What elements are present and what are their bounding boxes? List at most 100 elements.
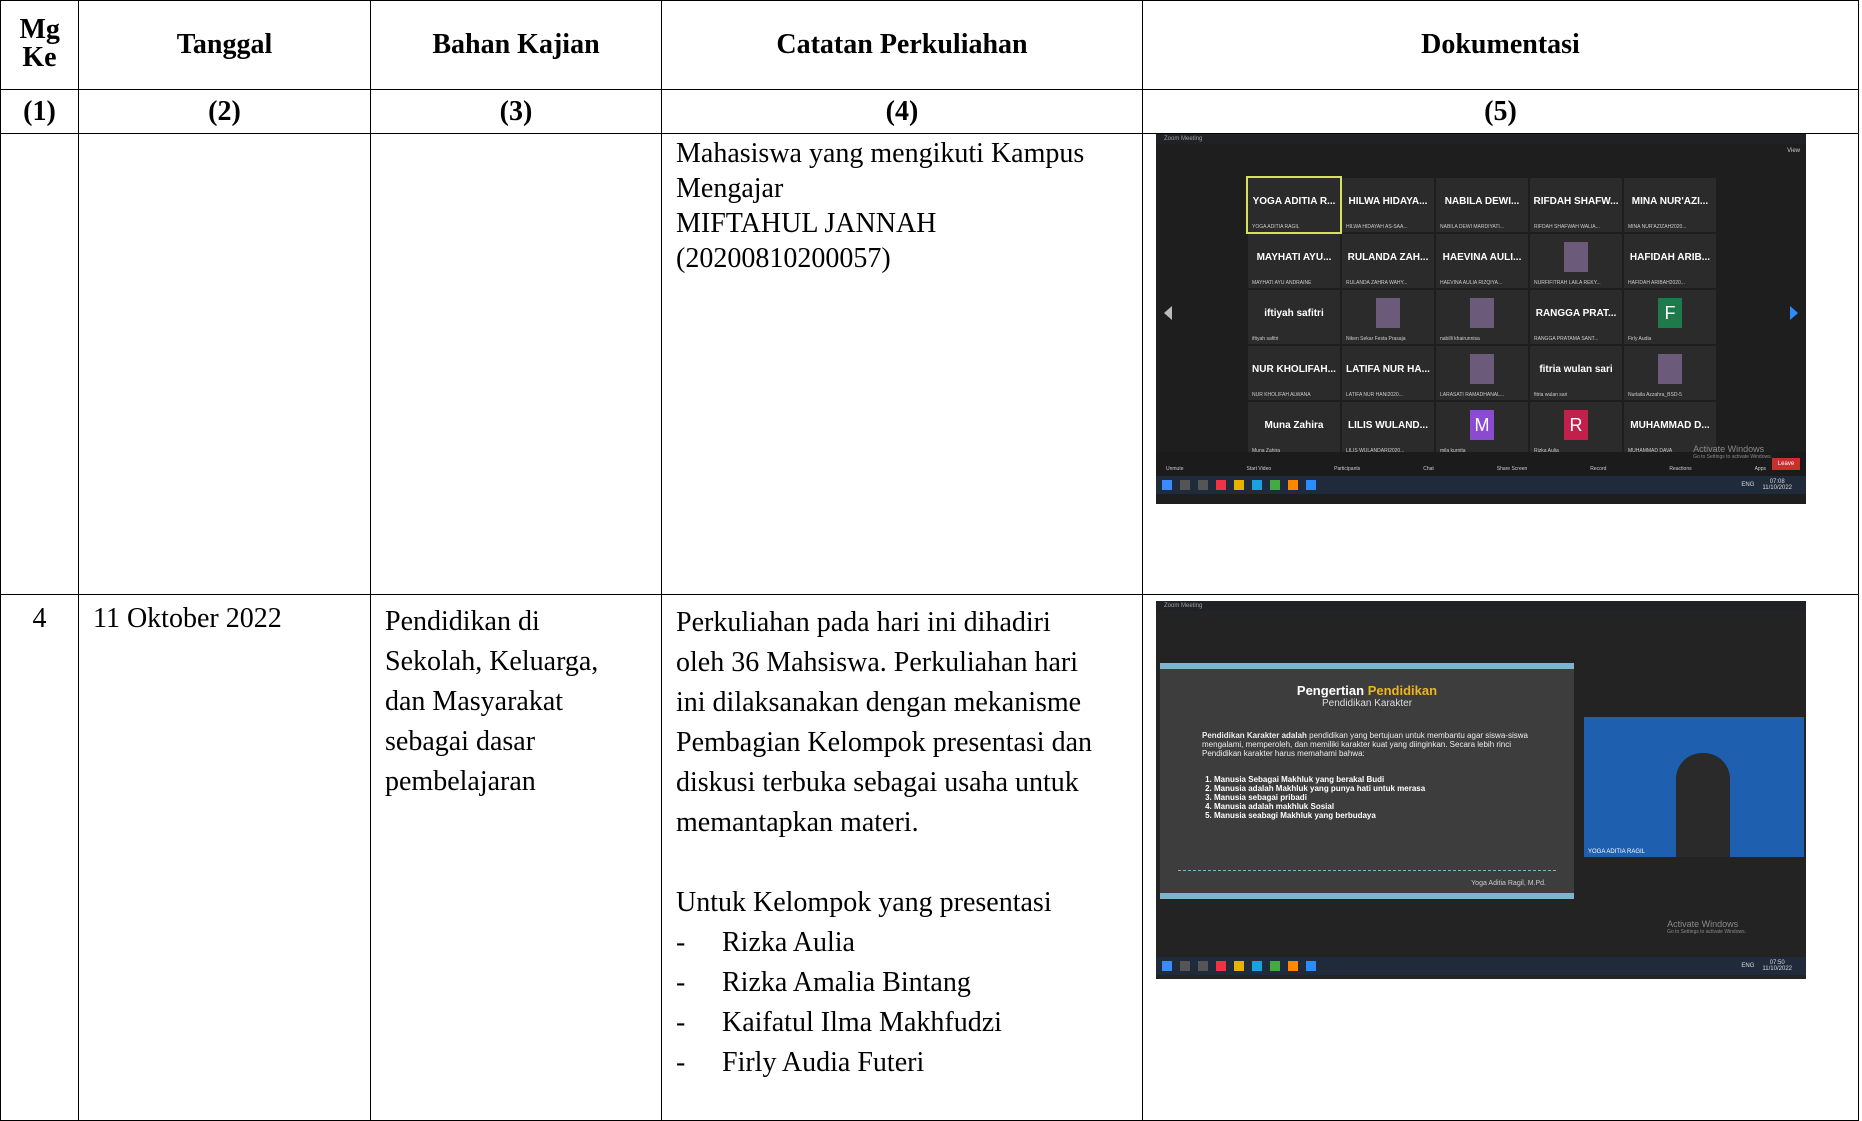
presenter-name: YOGA ADITIA RAGIL <box>1588 849 1646 855</box>
note-line: Perkuliahan pada hari ini dihadiri <box>676 607 1051 638</box>
participant-name: MUHAMMAD D... <box>1630 420 1710 431</box>
participant-tile[interactable]: RIFDAH SHAFW... RIFDAH SHAFWAH WALIA... <box>1530 178 1622 232</box>
participant-name: LILIS WULAND... <box>1348 420 1428 431</box>
participant-name: iftiyah safitri <box>1264 308 1324 319</box>
activate-windows-notice: Activate Windows Go to Settings to activ… <box>1693 444 1772 460</box>
cell-bahan <box>370 133 662 595</box>
participant-grid: YOGA ADITIA R... YOGA ADITIA RAGIL HILWA H… <box>1246 176 1716 456</box>
header-dokumentasi: Dokumentasi <box>1142 0 1859 90</box>
participant-tile[interactable]: Niken Sekar Festa Prasaja <box>1342 290 1434 344</box>
view-button[interactable]: View <box>1787 148 1800 154</box>
avatar: F <box>1658 298 1682 328</box>
participant-tile[interactable]: RULANDA ZAH... RULANDA ZAHRA WAHY... <box>1342 234 1434 288</box>
participant-tile[interactable]: iftiyah safitri iftiyah safitri <box>1248 290 1340 344</box>
cell-tanggal: 11 Oktober 2022 <box>78 594 371 1121</box>
next-page-icon[interactable] <box>1790 306 1798 320</box>
participant-name: RANGGA PRAT... <box>1535 308 1617 319</box>
participant-tile[interactable]: HILWA HIDAYA... HILWA HIDAYAH AS-SAA... <box>1342 178 1434 232</box>
note-line: MIFTAHUL JANNAH <box>676 208 937 239</box>
participant-tile[interactable]: NUR KHOLIFAH... NUR KHOLIFAH ALWANA <box>1248 346 1340 400</box>
window-title: Zoom Meeting <box>1156 601 1806 611</box>
presenter-silhouette <box>1676 753 1730 857</box>
participant-tile[interactable]: LILIS WULAND... LILIS WULANDARI2020... <box>1342 402 1434 456</box>
topic-line: dan Masyarakat <box>385 686 564 717</box>
note-line: Mahasiswa yang mengikuti Kampus Mengajar <box>676 138 1085 204</box>
cell-mg: 4 <box>0 594 79 1121</box>
control-participants[interactable]: Participants <box>1334 466 1360 472</box>
participant-tile[interactable]: NURFIFITRAH LAILA REKY... <box>1530 234 1622 288</box>
date-value: 11 Oktober 2022 <box>93 603 282 634</box>
participant-label: Nurlaila Azzahra_BSD-5 <box>1628 392 1682 398</box>
presenter-video: YOGA ADITIA RAGIL <box>1584 717 1804 857</box>
note-line: oleh 36 Mahsiswa. Perkuliahan hari <box>676 647 1079 678</box>
participant-tile[interactable]: RANGGA PRAT... RANGGA PRATAMA SANT... <box>1530 290 1622 344</box>
header-mg-ke: Mg Ke <box>0 0 79 90</box>
zoom-gallery-screenshot: Zoom Meeting View YOGA ADITIA R... YOGA A… <box>1156 134 1806 504</box>
participant-label: fitria wulan sari <box>1534 392 1568 398</box>
avatar: M <box>1470 410 1494 440</box>
col-number: (1) <box>0 89 79 134</box>
control-share-screen[interactable]: Share Screen <box>1497 466 1528 472</box>
participant-tile[interactable]: F Firly Audia <box>1624 290 1716 344</box>
participant-tile[interactable]: HAFIDAH ARIB... HAFIDAH ARIBAH2020... <box>1624 234 1716 288</box>
note-line: diskusi terbuka sebagai usaha untuk <box>676 767 1079 798</box>
video-thumbnail <box>1658 354 1682 384</box>
cell-catatan: Perkuliahan pada hari ini dihadiri oleh … <box>661 594 1143 1121</box>
participant-tile[interactable]: Muna Zahira Muna Zahira <box>1248 402 1340 456</box>
participant-name: MINA NUR'AZI... <box>1631 196 1709 207</box>
prev-page-icon[interactable] <box>1164 306 1172 320</box>
participant-label: nabilli khairunnisa <box>1440 336 1480 342</box>
participant-label: MAYHATI AYU ANDRAINE <box>1252 280 1312 286</box>
participant-tile[interactable]: MINA NUR'AZI... MINA NUR'AZIZAH2020... <box>1624 178 1716 232</box>
control-apps[interactable]: Apps <box>1755 466 1766 472</box>
header-row: Mg Ke Tanggal Bahan Kajian Catatan Perku… <box>0 0 1859 90</box>
participant-name: RIFDAH SHAFW... <box>1533 196 1619 207</box>
list-item: - Rizka Aulia <box>676 927 855 958</box>
leave-button[interactable]: Leave <box>1772 458 1800 470</box>
col-number: (3) <box>370 89 662 134</box>
participant-tile[interactable]: YOGA ADITIA R... YOGA ADITIA RAGIL <box>1246 176 1342 234</box>
system-tray: ENG 07:08 11/10/2022 <box>1741 479 1792 491</box>
windows-taskbar: ENG 07:50 11/10/2022 <box>1156 957 1806 975</box>
participant-label: iftiyah safitri <box>1252 336 1279 342</box>
participant-tile[interactable]: LATIFA NUR HA... LATIFA NUR HANI2020... <box>1342 346 1434 400</box>
participant-label: YOGA ADITIA RAGIL <box>1252 224 1300 230</box>
cell-mg <box>0 133 79 595</box>
windows-taskbar: ENG 07:08 11/10/2022 <box>1156 476 1806 494</box>
participant-name: fitria wulan sari <box>1539 364 1613 375</box>
participant-label: LARASATI RAMADHANAL... <box>1440 392 1505 398</box>
avatar: R <box>1564 410 1588 440</box>
participant-tile[interactable]: fitria wulan sari fitria wulan sari <box>1530 346 1622 400</box>
header-tanggal: Tanggal <box>78 0 371 90</box>
col-number: (4) <box>661 89 1143 134</box>
participant-tile[interactable]: Mmila kurnita <box>1436 402 1528 456</box>
participant-label: RIFDAH SHAFWAH WALIA... <box>1534 224 1600 230</box>
cell-tanggal <box>78 133 371 595</box>
control-record[interactable]: Record <box>1590 466 1606 472</box>
topic-line: Sekolah, Keluarga, <box>385 646 599 677</box>
cell-bahan: Pendidikan di Sekolah, Keluarga, dan Mas… <box>370 594 662 1121</box>
participant-tile[interactable]: MAYHATI AYU... MAYHATI AYU ANDRAINE <box>1248 234 1340 288</box>
list-item: - Firly Audia Futeri <box>676 1047 925 1078</box>
control-chat[interactable]: Chat <box>1423 466 1434 472</box>
control-start-video[interactable]: Start Video <box>1246 466 1271 472</box>
participant-tile[interactable]: HAEVINA AULI... HAEVINA AULIA RIZQIYA... <box>1436 234 1528 288</box>
window-title: Zoom Meeting <box>1156 134 1806 144</box>
participant-tile[interactable]: R Rizka Aulia <box>1530 402 1622 456</box>
col-number: (2) <box>78 89 371 134</box>
list-item: - Kaifatul Ilma Makhfudzi <box>676 1007 1002 1038</box>
participant-tile[interactable]: NABILA DEWI... NABILA DEWI MARDIYATI... <box>1436 178 1528 232</box>
control-unmute[interactable]: Unmute <box>1166 466 1184 472</box>
participant-name: NUR KHOLIFAH... <box>1252 364 1336 375</box>
participant-tile[interactable]: Nurlaila Azzahra_BSD-5 <box>1624 346 1716 400</box>
participant-label: Niken Sekar Festa Prasaja <box>1346 336 1406 342</box>
participant-name: NABILA DEWI... <box>1444 196 1520 207</box>
participant-tile[interactable]: nabilli khairunnisa <box>1436 290 1528 344</box>
video-thumbnail <box>1470 298 1494 328</box>
participant-label: HILWA HIDAYAH AS-SAA... <box>1346 224 1408 230</box>
video-thumbnail <box>1376 298 1400 328</box>
participant-label: HAFIDAH ARIBAH2020... <box>1628 280 1685 286</box>
control-reactions[interactable]: Reactions <box>1669 466 1691 472</box>
participant-tile[interactable]: LARASATI RAMADHANAL... <box>1436 346 1528 400</box>
participant-name: RULANDA ZAH... <box>1347 252 1429 263</box>
